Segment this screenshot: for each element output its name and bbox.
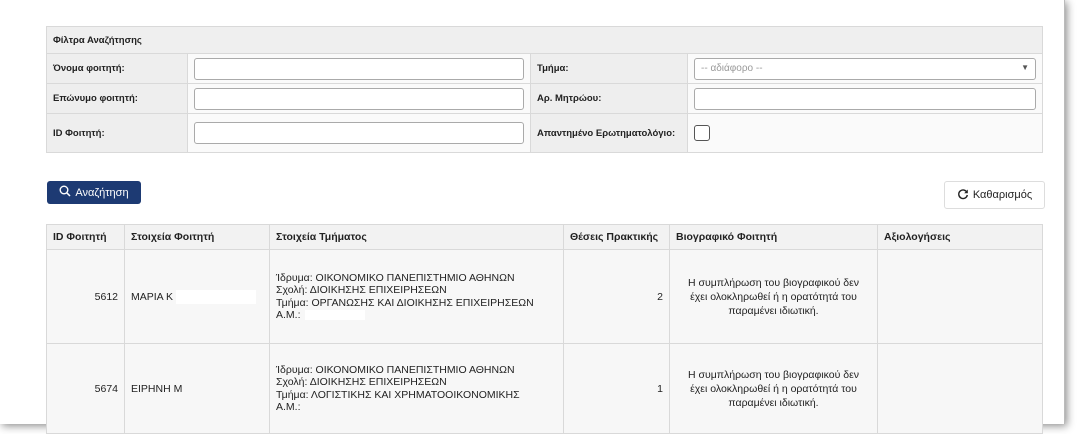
department-info-cell: Ίδρυμα: ΟΙΚΟΝΟΜΙΚΟ ΠΑΝΕΠΙΣΤΗΜΙΟ ΑΘΗΝΩΝ Σ…: [269, 343, 564, 434]
results-header-row: ID Φοιτητή Στοιχεία Φοιτητή Στοιχεία Τμή…: [46, 224, 1043, 250]
questionnaire-checkbox[interactable]: [694, 125, 710, 141]
column-header-cv: Βιογραφικό Φοιτητή: [669, 224, 878, 250]
first-name-label: Όνομα φοιτητή:: [46, 53, 188, 84]
clear-button-label: Καθαρισμός: [972, 189, 1033, 201]
registry-number-input[interactable]: [694, 87, 1036, 110]
institution-text: Ίδρυμα: ΟΙΚΟΝΟΜΙΚΟ ΠΑΝΕΠΙΣΤΗΜΙΟ ΑΘΗΝΩΝ: [276, 271, 515, 284]
positions-cell: 2: [563, 249, 670, 344]
results-table: ID Φοιτητή Στοιχεία Φοιτητή Στοιχεία Τμή…: [46, 224, 1043, 434]
department-label: Τμήμα:: [530, 53, 688, 84]
student-id-cell: 5612: [46, 249, 125, 344]
table-row[interactable]: 5674 ΕΙΡΗΝΗ Μ Ίδρυμα: ΟΙΚΟΝΟΜΙΚΟ ΠΑΝΕΠΙΣ…: [46, 343, 1043, 434]
positions-cell: 1: [563, 343, 670, 434]
student-id-input[interactable]: [194, 122, 524, 144]
clear-button[interactable]: Καθαρισμός: [944, 181, 1045, 209]
chevron-down-icon: ▼: [1021, 62, 1029, 72]
search-icon: [59, 185, 71, 200]
registry-number-text: Α.Μ.:: [276, 401, 301, 413]
evaluations-cell: [877, 249, 1043, 344]
first-name-input[interactable]: [194, 57, 524, 80]
column-header-department: Στοιχεία Τμήματος: [269, 224, 564, 250]
last-name-label: Επώνυμο φοιτητή:: [46, 83, 188, 114]
table-row[interactable]: 5612 ΜΑΡΙΑ Κ Ίδρυμα: ΟΙΚΟΝΟΜΙΚΟ ΠΑΝΕΠΙΣΤ…: [46, 249, 1043, 344]
search-filters-panel: Φίλτρα Αναζήτησης Όνομα φοιτητή: Τμήμα: …: [46, 26, 1043, 153]
student-id-label: ID Φοιτητή:: [46, 113, 188, 153]
school-text: Σχολή: ΔΙΟΙΚΗΣΗΣ ΕΠΙΧΕΙΡΗΣΕΩΝ: [276, 284, 447, 296]
column-header-positions: Θέσεις Πρακτικής: [563, 224, 670, 250]
cv-cell: Η συμπλήρωση του βιογραφικού δεν έχει ολ…: [669, 343, 878, 434]
questionnaire-label: Απαντημένο Ερωτηματολόγιο:: [530, 113, 688, 153]
student-info-cell: ΕΙΡΗΝΗ Μ: [124, 343, 270, 434]
refresh-icon: [957, 188, 969, 203]
search-button-label: Αναζήτηση: [75, 186, 129, 199]
student-id-cell: 5674: [46, 343, 125, 434]
department-select-value: -- αδιάφορο --: [701, 62, 763, 74]
last-name-input[interactable]: [194, 87, 524, 110]
column-header-student: Στοιχεία Φοιτητή: [124, 224, 270, 250]
student-name: ΜΑΡΙΑ Κ: [131, 290, 174, 303]
student-name: ΕΙΡΗΝΗ Μ: [131, 382, 183, 395]
registry-number-text: Α.Μ.:: [276, 309, 557, 322]
redacted-surname: [175, 289, 256, 304]
school-text: Σχολή: ΔΙΟΙΚΗΣΗΣ ΕΠΙΧΕΙΡΗΣΕΩΝ: [276, 376, 447, 388]
column-header-evaluations: Αξιολογήσεις: [877, 224, 1043, 250]
department-select[interactable]: -- αδιάφορο -- ▼: [694, 57, 1036, 80]
department-info-cell: Ίδρυμα: ΟΙΚΟΝΟΜΙΚΟ ΠΑΝΕΠΙΣΤΗΜΙΟ ΑΘΗΝΩΝ Σ…: [269, 249, 564, 344]
evaluations-cell: [877, 343, 1043, 434]
registry-number-label: Αρ. Μητρώου:: [530, 83, 688, 114]
filters-title: Φίλτρα Αναζήτησης: [46, 26, 1043, 54]
search-button[interactable]: Αναζήτηση: [47, 181, 141, 204]
redacted-am: [304, 310, 365, 321]
department-text: Τμήμα: ΟΡΓΑΝΩΣΗΣ ΚΑΙ ΔΙΟΙΚΗΣΗΣ ΕΠΙΧΕΙΡΗΣ…: [276, 296, 534, 309]
institution-text: Ίδρυμα: ΟΙΚΟΝΟΜΙΚΟ ΠΑΝΕΠΙΣΤΗΜΙΟ ΑΘΗΝΩΝ: [276, 363, 515, 376]
student-info-cell: ΜΑΡΙΑ Κ: [124, 249, 270, 344]
page-frame: Φίλτρα Αναζήτησης Όνομα φοιτητή: Τμήμα: …: [0, 0, 1065, 434]
column-header-id: ID Φοιτητή: [46, 224, 125, 250]
cv-cell: Η συμπλήρωση του βιογραφικού δεν έχει ολ…: [669, 249, 878, 344]
department-text: Τμήμα: ΛΟΓΙΣΤΙΚΗΣ ΚΑΙ ΧΡΗΜΑΤΟΟΙΚΟΝΟΜΙΚΗΣ: [276, 388, 520, 401]
